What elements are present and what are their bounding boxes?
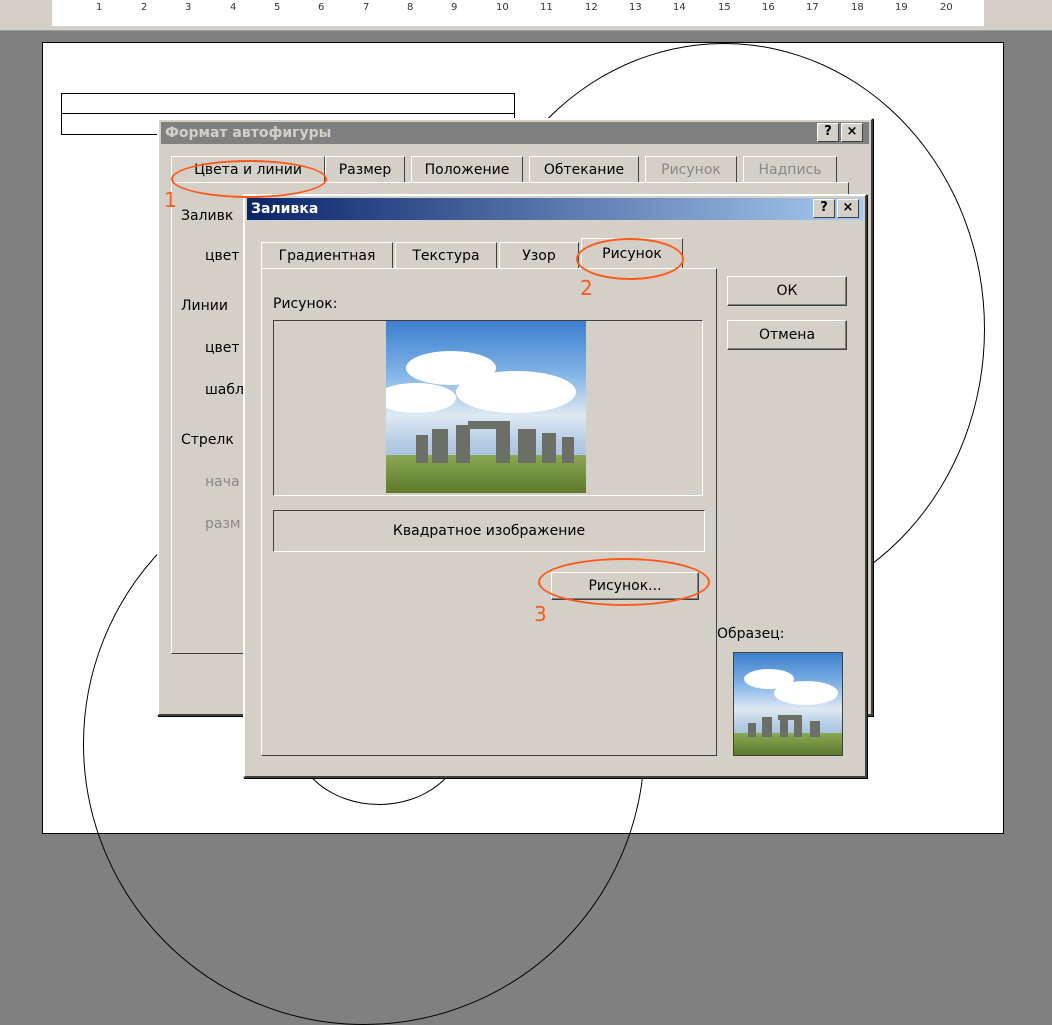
stonehenge-image: [386, 321, 586, 493]
tab-picture: Рисунок: [645, 156, 737, 183]
ruler-number: 8: [407, 2, 414, 13]
highlight-oval-tab-picture: [576, 238, 684, 280]
step-number-2: 2: [580, 276, 593, 300]
tab-textbox: Надпись: [743, 156, 837, 183]
horizontal-ruler[interactable]: 1 2 3 4 5 6 7 8 9 10 11 12 13 14 15 16 17 18 19 20: [0, 0, 1052, 31]
tab-pattern[interactable]: Узор: [499, 242, 579, 269]
format-dialog-title: Формат автофигуры: [165, 125, 332, 141]
arrow-size-label: разм: [205, 516, 241, 532]
line-color-label: цвет: [205, 340, 240, 356]
fill-dialog-titlebar[interactable]: Заливка: [247, 198, 863, 220]
ruler-number: 13: [629, 2, 642, 13]
sample-label: Образец:: [717, 626, 785, 642]
format-dialog-titlebar[interactable]: Формат автофигуры: [161, 122, 869, 144]
ruler-number: 1: [96, 2, 103, 13]
ruler-number: 7: [363, 2, 370, 13]
step-number-3: 3: [534, 602, 547, 626]
arrows-section-label: Стрелк: [181, 432, 234, 448]
line-pattern-label: шабл: [205, 382, 244, 398]
ruler-number: 10: [496, 2, 509, 13]
lines-section-label: Линии: [181, 298, 228, 314]
fill-dialog-title: Заливка: [251, 201, 319, 217]
ok-button[interactable]: ОК: [727, 276, 847, 306]
tab-texture[interactable]: Текстура: [395, 242, 497, 269]
tab-position[interactable]: Положение: [411, 156, 523, 183]
ruler-number: 15: [718, 2, 731, 13]
ruler-number: 5: [274, 2, 281, 13]
ruler-number: 19: [895, 2, 908, 13]
fill-effects-dialog: Заливка ? × Градиентная Текстура Узор Ри…: [243, 194, 867, 778]
ruler-number: 6: [318, 2, 325, 13]
ruler-number: 11: [540, 2, 553, 13]
ruler-number: 2: [141, 2, 148, 13]
ruler-strip: 1 2 3 4 5 6 7 8 9 10 11 12 13 14 15 16 17 18 19 20: [52, 0, 984, 26]
ruler-number: 14: [673, 2, 686, 13]
step-number-1: 1: [164, 188, 177, 212]
ruler-number: 16: [762, 2, 775, 13]
highlight-oval-picture-button: [538, 558, 710, 606]
help-button[interactable]: ?: [817, 123, 839, 142]
picture-name-text: Квадратное изображение: [392, 523, 586, 539]
table-row-shape[interactable]: [61, 93, 515, 115]
ruler-number: 17: [806, 2, 819, 13]
tab-gradient[interactable]: Градиентная: [261, 242, 393, 269]
fill-color-label: цвет: [205, 248, 240, 264]
cancel-button[interactable]: Отмена: [727, 320, 847, 350]
ruler-number: 18: [851, 2, 864, 13]
arrow-start-label: нача: [205, 474, 240, 490]
close-button[interactable]: ×: [837, 199, 859, 218]
picture-label: Рисунок:: [273, 296, 338, 312]
tab-wrapping[interactable]: Обтекание: [529, 156, 639, 183]
sample-preview: [733, 652, 843, 756]
help-button[interactable]: ?: [813, 199, 835, 218]
ruler-number: 12: [585, 2, 598, 13]
ruler-number: 3: [185, 2, 192, 13]
ruler-number: 4: [230, 2, 237, 13]
picture-preview-box: [273, 320, 703, 496]
ruler-number: 9: [451, 2, 458, 13]
highlight-oval-tab-colors: [171, 160, 327, 198]
picture-name-field: Квадратное изображение: [273, 510, 705, 552]
close-button[interactable]: ×: [841, 123, 863, 142]
ruler-number: 20: [940, 2, 953, 13]
fill-section-label: Заливк: [181, 208, 234, 224]
tab-size[interactable]: Размер: [325, 156, 405, 183]
